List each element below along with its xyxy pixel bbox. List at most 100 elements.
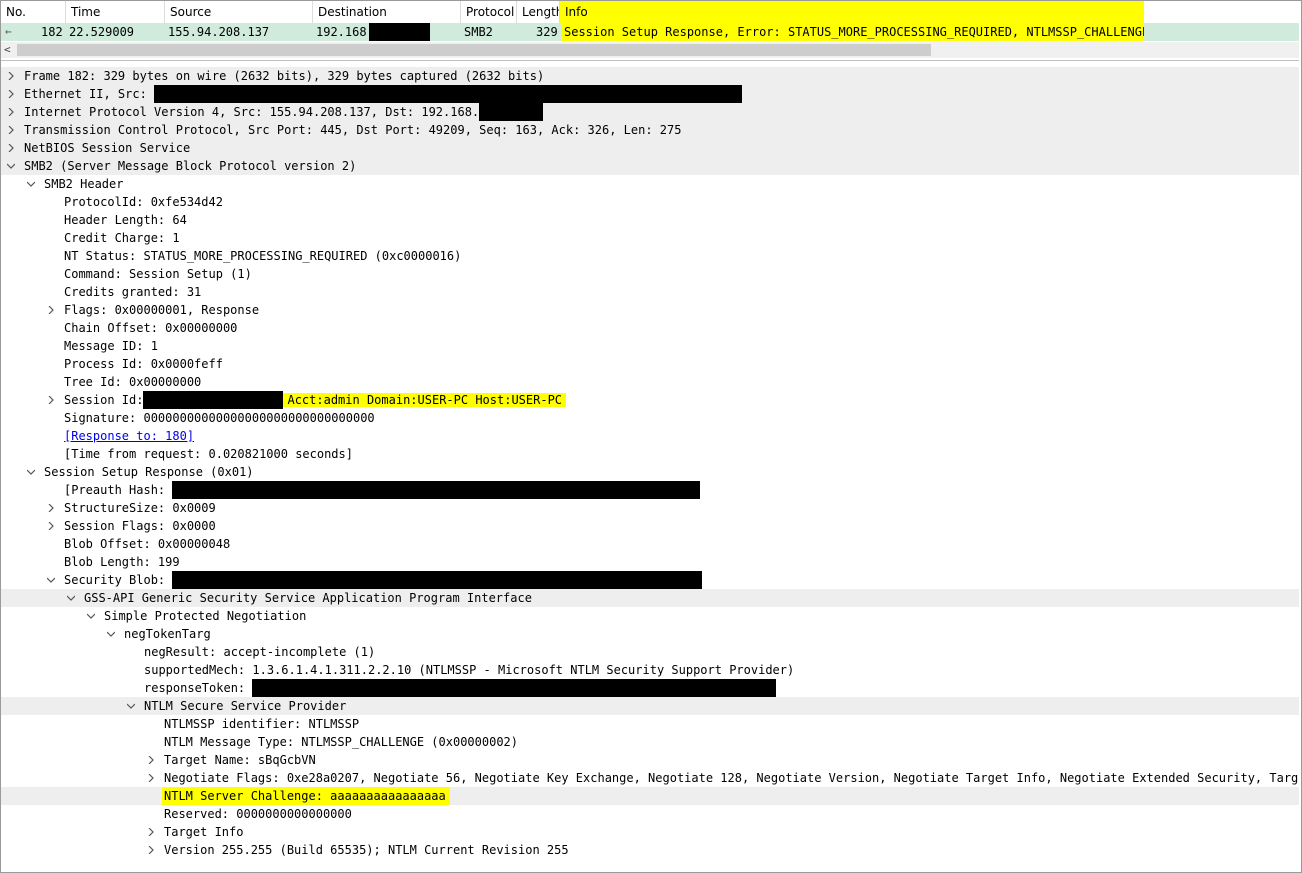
chevron-right-icon[interactable]: [6, 67, 18, 85]
chevron-down-icon[interactable]: [6, 157, 18, 175]
tree-row-flags[interactable]: Flags: 0x00000001, Response: [1, 301, 1299, 319]
tree-row-smb2-header[interactable]: SMB2 Header: [1, 175, 1299, 193]
tree-row-command[interactable]: Command: Session Setup (1): [1, 265, 1299, 283]
tree-row-reserved[interactable]: Reserved: 0000000000000000: [1, 805, 1299, 823]
tree-row-negotiate-flags[interactable]: Negotiate Flags: 0xe28a0207, Negotiate 5…: [1, 769, 1299, 787]
chevron-down-icon[interactable]: [66, 589, 78, 607]
tree-row-blob-offset[interactable]: Blob Offset: 0x00000048: [1, 535, 1299, 553]
tree-row-tree-id[interactable]: Tree Id: 0x00000000: [1, 373, 1299, 391]
tree-row-netbios[interactable]: NetBIOS Session Service: [1, 139, 1299, 157]
tree-row-response-token[interactable]: responseToken:: [1, 679, 1299, 697]
response-arrow-icon: ←: [5, 25, 12, 38]
chevron-right-icon[interactable]: [46, 517, 58, 535]
destination-redaction: [369, 23, 430, 41]
tree-label: Flags: 0x00000001, Response: [64, 303, 260, 317]
chevron-right-icon[interactable]: [6, 103, 18, 121]
column-length[interactable]: Length: [517, 1, 560, 23]
tree-row-supported-mech[interactable]: supportedMech: 1.3.6.1.4.1.311.2.2.10 (N…: [1, 661, 1299, 679]
packet-list-scrollbar[interactable]: <: [1, 42, 1299, 58]
tree-row-response-to[interactable]: [Response to: 180]: [1, 427, 1299, 445]
chevron-down-icon[interactable]: [106, 625, 118, 643]
redaction-bar: [143, 391, 284, 409]
tree-row-nt-status[interactable]: NT Status: STATUS_MORE_PROCESSING_REQUIR…: [1, 247, 1299, 265]
tree-label: Signature: 00000000000000000000000000000…: [64, 411, 375, 425]
chevron-right-icon[interactable]: [46, 391, 58, 409]
tree-row-header-length[interactable]: Header Length: 64: [1, 211, 1299, 229]
chevron-right-icon[interactable]: [6, 121, 18, 139]
tree-row-message-id[interactable]: Message ID: 1: [1, 337, 1299, 355]
chevron-down-icon[interactable]: [126, 697, 138, 715]
tree-row-session-setup-response[interactable]: Session Setup Response (0x01): [1, 463, 1299, 481]
chevron-right-icon[interactable]: [146, 769, 158, 787]
tree-row-security-blob[interactable]: Security Blob:: [1, 571, 1299, 589]
chevron-down-icon[interactable]: [26, 463, 38, 481]
pane-divider[interactable]: [1, 60, 1299, 61]
column-destination[interactable]: Destination: [313, 1, 461, 23]
tree-label: Chain Offset: 0x00000000: [64, 321, 238, 335]
chevron-right-icon[interactable]: [46, 499, 58, 517]
tree-row-gss-api[interactable]: GSS-API Generic Security Service Applica…: [1, 589, 1299, 607]
tree-label: Session Id:: [64, 393, 144, 407]
tree-label: Simple Protected Negotiation: [104, 609, 307, 623]
tree-label: NTLMSSP identifier: NTLMSSP: [164, 717, 360, 731]
tree-label: NTLM Secure Service Provider: [144, 699, 347, 713]
tree-row-neg-result[interactable]: negResult: accept-incomplete (1): [1, 643, 1299, 661]
chevron-down-icon[interactable]: [46, 571, 58, 589]
tree-row-ntlm-ssp[interactable]: NTLM Secure Service Provider: [1, 697, 1299, 715]
tree-row-credit-charge[interactable]: Credit Charge: 1: [1, 229, 1299, 247]
tree-row-smb2[interactable]: SMB2 (Server Message Block Protocol vers…: [1, 157, 1299, 175]
chevron-right-icon[interactable]: [146, 841, 158, 859]
tree-label: Blob Length: 199: [64, 555, 180, 569]
column-source[interactable]: Source: [165, 1, 313, 23]
tree-row-spnego[interactable]: Simple Protected Negotiation: [1, 607, 1299, 625]
tree-row-time-from-request[interactable]: [Time from request: 0.020821000 seconds]: [1, 445, 1299, 463]
tree-row-frame[interactable]: Frame 182: 329 bytes on wire (2632 bits)…: [1, 67, 1299, 85]
tree-label: [Preauth Hash:: [64, 483, 173, 497]
tree-row-target-name[interactable]: Target Name: sBqGcbVN: [1, 751, 1299, 769]
chevron-right-icon[interactable]: [6, 85, 18, 103]
response-to-link[interactable]: [Response to: 180]: [64, 427, 194, 445]
redaction-bar: [252, 679, 777, 697]
packet-source: 155.94.208.137: [168, 25, 270, 39]
scroll-left-icon[interactable]: <: [4, 42, 11, 58]
chevron-right-icon[interactable]: [146, 751, 158, 769]
tree-row-ntlmssp-identifier[interactable]: NTLMSSP identifier: NTLMSSP: [1, 715, 1299, 733]
tree-row-credits-granted[interactable]: Credits granted: 31: [1, 283, 1299, 301]
chevron-right-icon[interactable]: [146, 823, 158, 841]
tree-label: Security Blob:: [64, 573, 173, 587]
tree-row-version[interactable]: Version 255.255 (Build 65535); NTLM Curr…: [1, 841, 1299, 859]
tree-row-ip[interactable]: Internet Protocol Version 4, Src: 155.94…: [1, 103, 1299, 121]
chevron-down-icon[interactable]: [86, 607, 98, 625]
column-protocol[interactable]: Protocol: [461, 1, 517, 23]
chevron-right-icon[interactable]: [46, 301, 58, 319]
tree-row-ntlm-message-type[interactable]: NTLM Message Type: NTLMSSP_CHALLENGE (0x…: [1, 733, 1299, 751]
column-time[interactable]: Time: [66, 1, 165, 23]
tree-label: Transmission Control Protocol, Src Port:…: [24, 123, 682, 137]
tree-row-session-flags[interactable]: Session Flags: 0x0000: [1, 517, 1299, 535]
tree-label: Negotiate Flags: 0xe28a0207, Negotiate 5…: [164, 771, 1299, 785]
tree-row-chain-offset[interactable]: Chain Offset: 0x00000000: [1, 319, 1299, 337]
tree-row-server-challenge[interactable]: NTLM Server Challenge: aaaaaaaaaaaaaaaa: [1, 787, 1299, 805]
chevron-right-icon[interactable]: [6, 139, 18, 157]
packet-time: 22.529009: [69, 25, 135, 39]
tree-row-neg-token-targ[interactable]: negTokenTarg: [1, 625, 1299, 643]
tree-row-tcp[interactable]: Transmission Control Protocol, Src Port:…: [1, 121, 1299, 139]
tree-row-protocol-id[interactable]: ProtocolId: 0xfe534d42: [1, 193, 1299, 211]
tree-label: Session Setup Response (0x01): [44, 465, 254, 479]
tree-row-target-info[interactable]: Target Info: [1, 823, 1299, 841]
tree-row-structure-size[interactable]: StructureSize: 0x0009: [1, 499, 1299, 517]
chevron-down-icon[interactable]: [26, 175, 38, 193]
tree-row-preauth-hash[interactable]: [Preauth Hash:: [1, 481, 1299, 499]
packet-destination: 192.168.: [316, 25, 374, 39]
tree-row-blob-length[interactable]: Blob Length: 199: [1, 553, 1299, 571]
column-no[interactable]: No.: [1, 1, 66, 23]
tree-row-signature[interactable]: Signature: 00000000000000000000000000000…: [1, 409, 1299, 427]
tree-label: Internet Protocol Version 4, Src: 155.94…: [24, 105, 480, 119]
packet-row-selected[interactable]: ← 182 22.529009 155.94.208.137 192.168. …: [1, 23, 1299, 41]
tree-label: [Time from request: 0.020821000 seconds]: [64, 447, 353, 461]
tree-row-session-id[interactable]: Session Id: Acct:admin Domain:USER-PC Hos…: [1, 391, 1299, 409]
tree-row-ethernet[interactable]: Ethernet II, Src:: [1, 85, 1299, 103]
tree-row-process-id[interactable]: Process Id: 0x0000feff: [1, 355, 1299, 373]
scrollbar-thumb[interactable]: [17, 44, 931, 56]
column-info[interactable]: Info: [560, 1, 1144, 23]
